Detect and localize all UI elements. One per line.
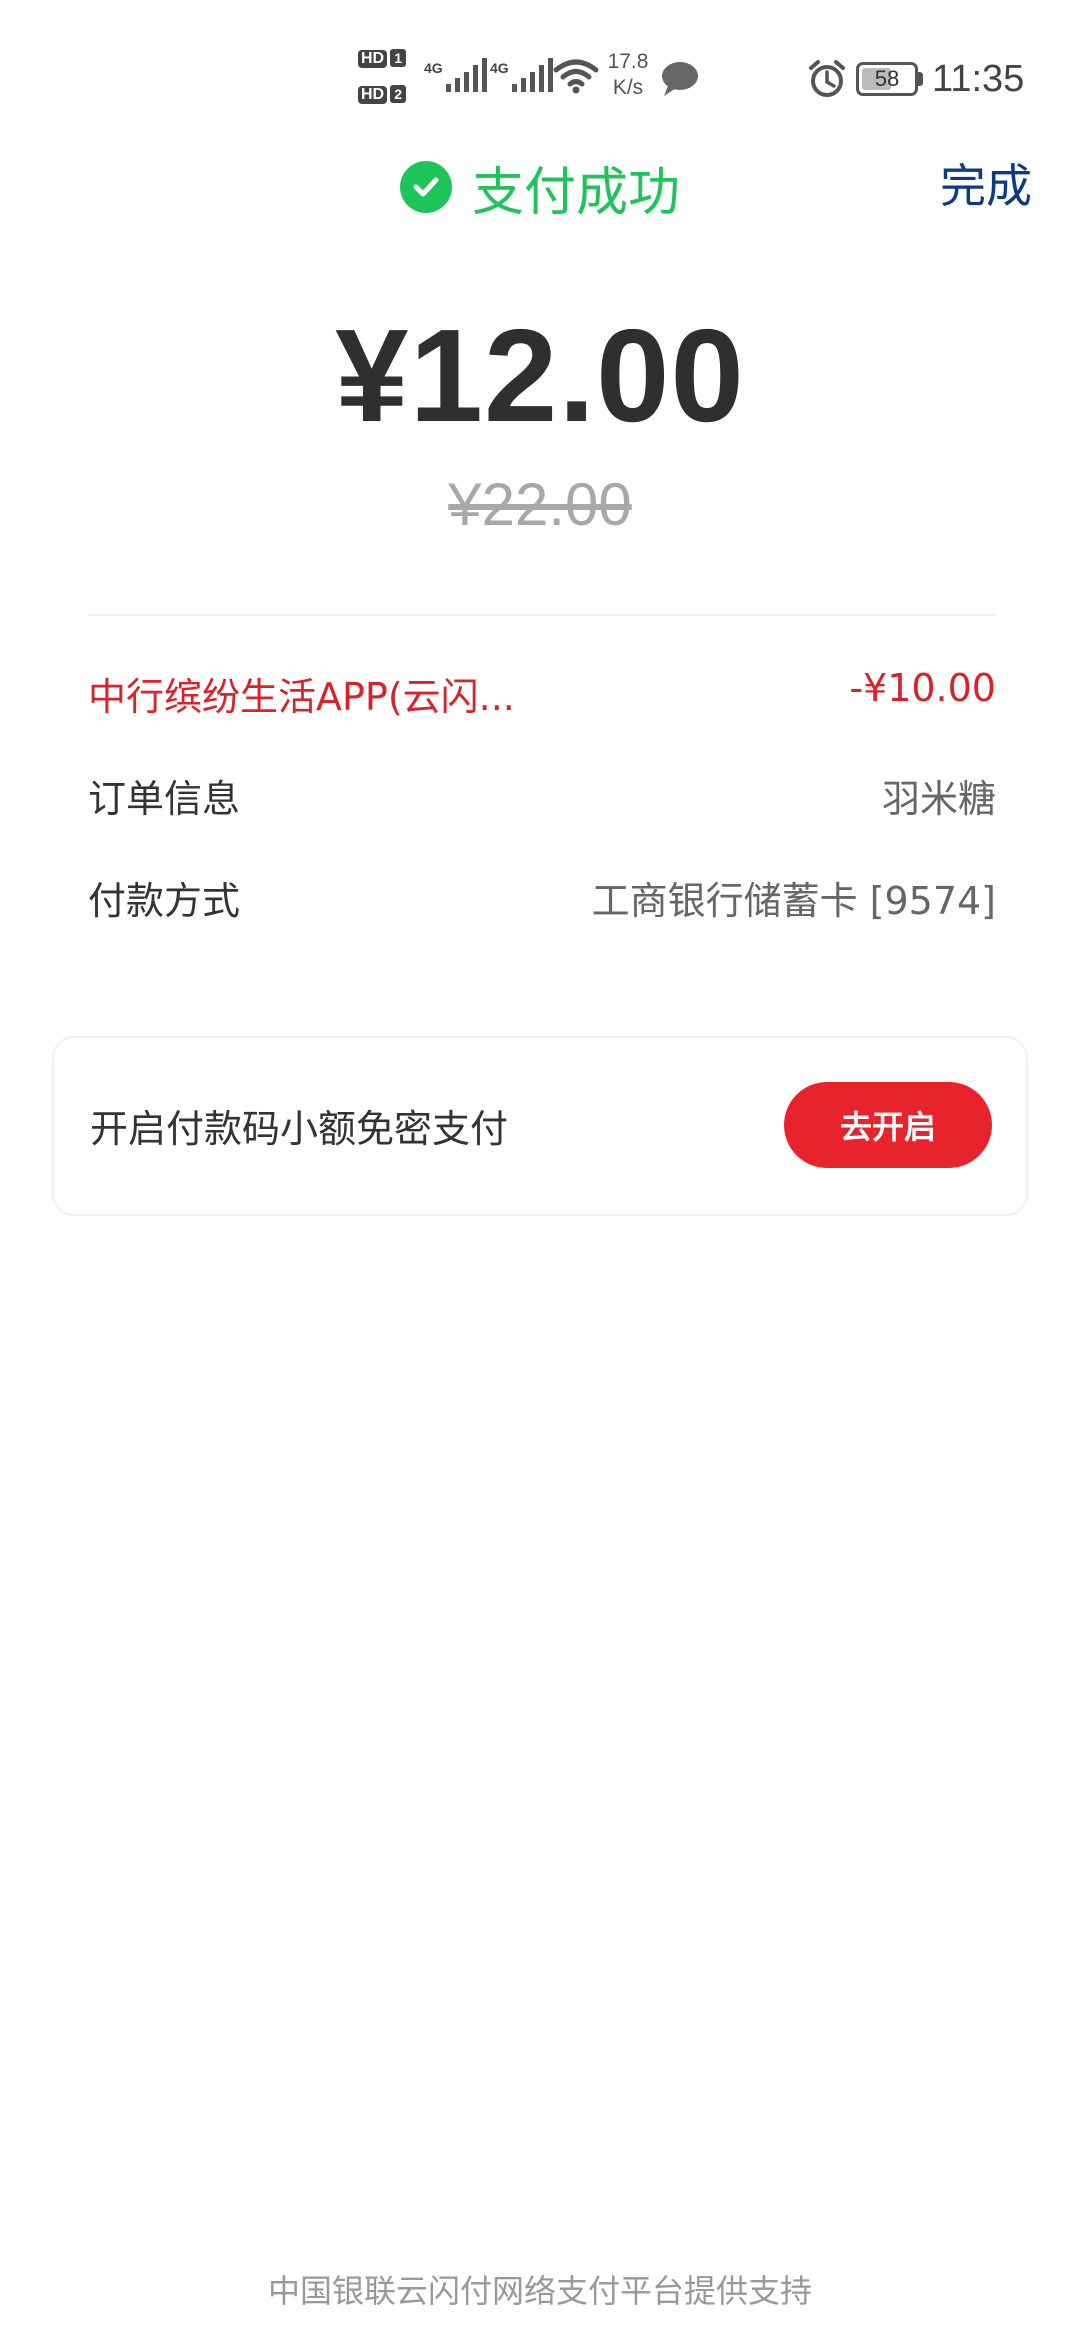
- network-speed: 17.8 K/s: [598, 50, 658, 106]
- sim2-indicator: HD 2: [358, 84, 407, 104]
- sim1-number: 1: [390, 49, 407, 67]
- header: 支付成功: [0, 152, 1080, 223]
- battery-percent: 58: [874, 66, 900, 91]
- network-speed-value: 17.8: [607, 50, 649, 73]
- payment-method-value: 工商银行储蓄卡 [9574]: [591, 879, 996, 923]
- done-button[interactable]: 完成: [940, 150, 1032, 216]
- order-info-label: 订单信息: [88, 777, 241, 821]
- battery-cap: [918, 72, 923, 86]
- payment-method-row: 付款方式 工商银行储蓄卡 [9574]: [88, 870, 996, 934]
- paid-amount: ¥12.00: [335, 302, 745, 449]
- network-speed-unit: K/s: [612, 76, 644, 99]
- original-amount: ¥22.00: [448, 471, 632, 538]
- discount-value: -¥10.00: [849, 666, 996, 710]
- divider: [88, 614, 996, 616]
- wifi-icon: [553, 59, 599, 94]
- sim1-hd-badge: HD: [358, 50, 388, 68]
- discount-label: 中行缤纷生活APP(云闪...: [88, 675, 515, 719]
- payment-method-label: 付款方式: [88, 879, 241, 923]
- payment-success-page: HD 1 HD 2 4G 4G 17.8 K/s 58 11:35 支付成功 完…: [0, 0, 1080, 2340]
- network-type-1: 4G: [424, 60, 443, 76]
- network-type-2: 4G: [490, 60, 509, 76]
- message-icon: [662, 62, 698, 96]
- order-info-row: 订单信息 羽米糖: [88, 768, 996, 832]
- footer-text: 中国银联云闪付网络支付平台提供支持: [267, 2272, 812, 2310]
- status-bar: HD 1 HD 2 4G 4G 17.8 K/s 58 11:35: [0, 0, 1080, 130]
- enable-button[interactable]: 去开启: [784, 1082, 992, 1168]
- passwordless-promo-card: 开启付款码小额免密支付 去开启: [52, 1036, 1028, 1216]
- sim1-indicator: HD 1: [358, 48, 407, 68]
- alarm-icon: [809, 60, 845, 97]
- sim2-hd-badge: HD: [358, 86, 388, 104]
- sim2-number: 2: [390, 85, 407, 103]
- status-time: 11:35: [932, 58, 1025, 100]
- discount-row: 中行缤纷生活APP(云闪... -¥10.00: [88, 666, 996, 730]
- battery-icon: 58: [856, 62, 918, 96]
- order-info-value: 羽米糖: [881, 777, 996, 821]
- promo-text: 开启付款码小额免密支付: [90, 1107, 509, 1151]
- page-title: 支付成功: [471, 162, 680, 223]
- check-circle-icon: [399, 161, 452, 213]
